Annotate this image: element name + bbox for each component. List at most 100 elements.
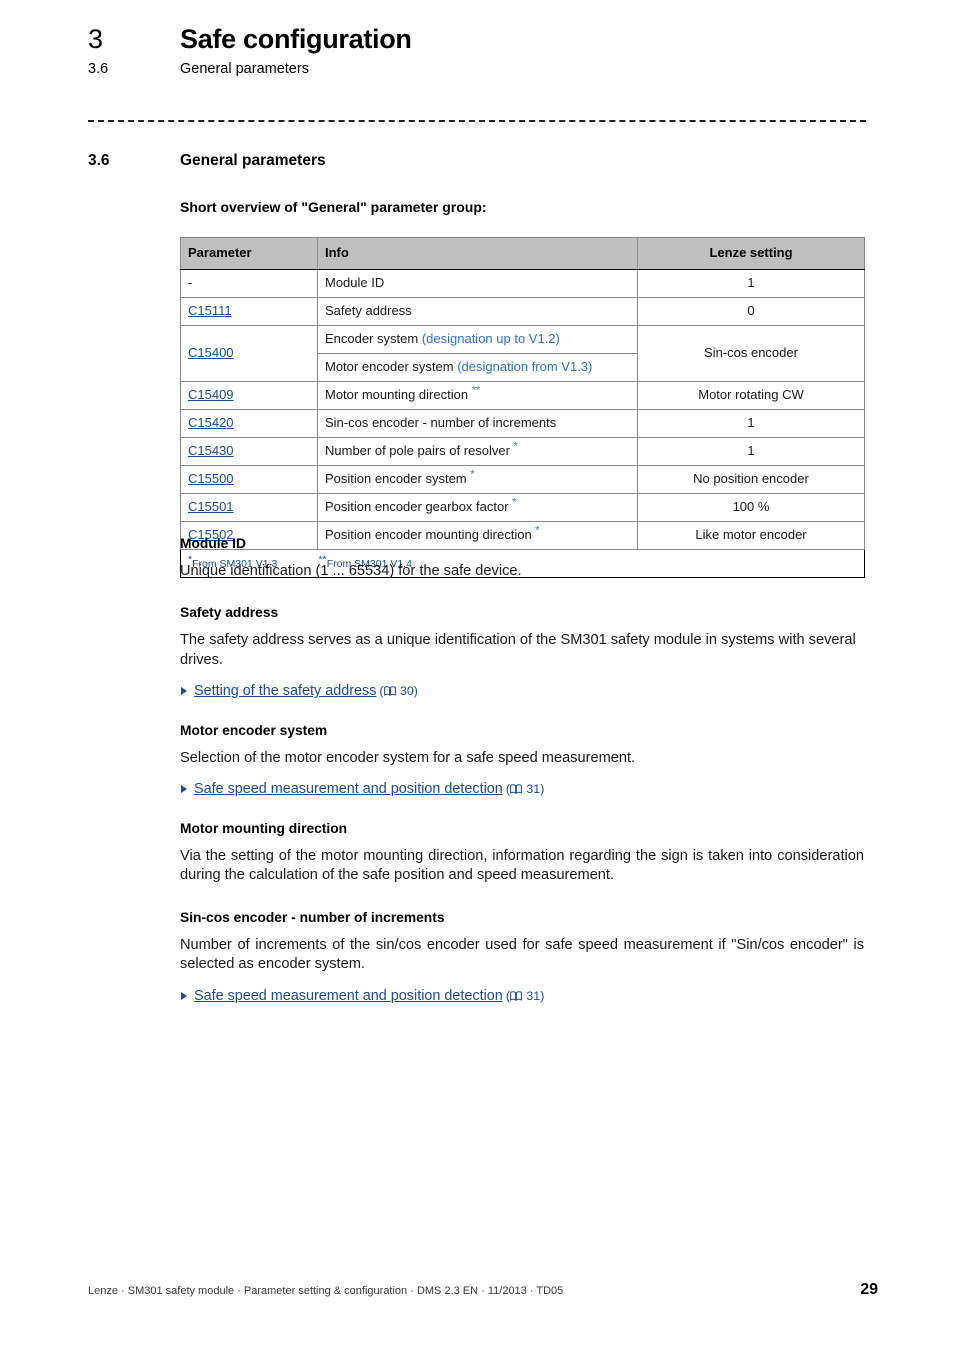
- paragraph-sin-cos-increments: Number of increments of the sin/cos enco…: [180, 936, 864, 973]
- table-row: C15500 Position encoder system * No posi…: [180, 465, 865, 494]
- section-module-id: Module ID Unique identification (1 ... 6…: [180, 536, 864, 581]
- cell-lenze-setting: No position encoder: [637, 465, 865, 494]
- table-row: C15409 Motor mounting direction ** Motor…: [180, 381, 865, 410]
- cell-info: Position encoder gearbox factor *: [317, 493, 638, 522]
- running-header-section-number: 3.6: [88, 61, 109, 77]
- triangle-right-icon: [181, 991, 187, 1000]
- crossref-label[interactable]: Setting of the safety address: [194, 683, 376, 699]
- table-row: C15430 Number of pole pairs of resolver …: [180, 437, 865, 466]
- cell-info-text: Position encoder system: [325, 470, 471, 486]
- crossref-safe-speed-measurement-1[interactable]: Safe speed measurement and position dete…: [180, 780, 864, 799]
- crossref-setting-of-the-safety-address[interactable]: Setting of the safety address( 30): [180, 682, 864, 701]
- crossref-label[interactable]: Safe speed measurement and position dete…: [194, 988, 503, 1004]
- crossref-safe-speed-measurement-2[interactable]: Safe speed measurement and position dete…: [180, 987, 864, 1006]
- section-heading: 3.6 General parameters: [88, 152, 326, 170]
- cell-lenze-setting: 100 %: [637, 493, 865, 522]
- triangle-right-icon: [181, 687, 187, 696]
- cell-info: Number of pole pairs of resolver *: [317, 437, 638, 466]
- running-header-section-row: 3.6 General parameters: [88, 61, 878, 77]
- cell-lenze-setting: 1: [637, 437, 865, 466]
- running-header-section-title: General parameters: [180, 61, 309, 77]
- column-header-lenze-setting: Lenze setting: [637, 237, 865, 270]
- cell-info: Motor encoder system (designation from V…: [317, 353, 638, 382]
- document-page: 3 Safe configuration 3.6 General paramet…: [0, 0, 954, 1350]
- cell-parameter[interactable]: C15430: [180, 437, 318, 466]
- crossref-page-number: 31: [526, 988, 541, 1003]
- cell-parameter[interactable]: C15111: [180, 297, 318, 326]
- cell-info: Encoder system (designation up to V1.2): [317, 325, 638, 354]
- parameter-link-c15409[interactable]: C15409: [188, 387, 234, 402]
- cell-info: Position encoder system *: [317, 465, 638, 494]
- cell-parameter[interactable]: C15420: [180, 409, 318, 438]
- section-sin-cos-increments: Sin-cos encoder - number of increments N…: [180, 910, 864, 1006]
- parameter-link-c15430[interactable]: C15430: [188, 443, 234, 458]
- cell-info: Module ID: [317, 269, 638, 298]
- cell-lenze-setting: 0: [637, 297, 865, 326]
- running-header-chapter-title: Safe configuration: [180, 24, 412, 54]
- cell-info: Motor mounting direction **: [317, 381, 638, 410]
- running-header-chapter-number: 3: [88, 24, 103, 54]
- parameter-table: Parameter Info Lenze setting - Module ID…: [180, 237, 865, 578]
- parameter-link-c15400[interactable]: C15400: [188, 345, 234, 360]
- page-title: General parameters: [180, 152, 326, 169]
- cell-info-text: Motor mounting direction: [325, 386, 472, 402]
- subheading-sin-cos-increments: Sin-cos encoder - number of increments: [180, 909, 445, 925]
- open-book-icon: [510, 782, 522, 798]
- cell-parameter[interactable]: C15500: [180, 465, 318, 494]
- paragraph-safety-address: The safety address serves as a unique id…: [180, 632, 856, 668]
- subheading-motor-encoder-system: Motor encoder system: [180, 722, 328, 738]
- table-row: - Module ID 1: [180, 269, 865, 298]
- parameter-link-c15420[interactable]: C15420: [188, 415, 234, 430]
- footnote-marker: *: [470, 468, 475, 481]
- cell-parameter: -: [180, 269, 318, 298]
- subheading-motor-mounting-direction: Motor mounting direction: [180, 821, 348, 837]
- cell-info-text: Number of pole pairs of resolver: [325, 442, 514, 458]
- table-row: C15111 Safety address 0: [180, 297, 865, 326]
- paragraph-motor-encoder-system: Selection of the motor encoder system fo…: [180, 749, 636, 766]
- section-number: 3.6: [88, 152, 110, 169]
- cell-parameter[interactable]: C15400: [180, 325, 318, 382]
- parameter-link-c15501[interactable]: C15501: [188, 499, 234, 514]
- cell-parameter[interactable]: C15501: [180, 493, 318, 522]
- page-footer: Lenze · SM301 safety module · Parameter …: [88, 1281, 878, 1299]
- cell-info-text: Position encoder gearbox factor: [325, 498, 513, 514]
- cell-lenze-setting: 1: [637, 269, 865, 298]
- cell-parameter[interactable]: C15409: [180, 381, 318, 410]
- section-motor-mounting-direction: Motor mounting direction Via the setting…: [180, 821, 864, 886]
- section-motor-encoder-system: Motor encoder system Selection of the mo…: [180, 723, 864, 799]
- cell-info-designation: (designation from V1.3): [457, 358, 593, 374]
- crossref-page-number: 31: [526, 782, 541, 797]
- triangle-right-icon: [181, 785, 187, 794]
- crossref-page-ref: ( 31): [506, 989, 545, 1003]
- open-book-icon: [383, 684, 396, 700]
- running-header-chapter-row: 3 Safe configuration: [88, 24, 878, 55]
- crossref-page-ref: ( 31): [506, 782, 545, 796]
- parameter-table-wrapper: Parameter Info Lenze setting - Module ID…: [180, 237, 865, 578]
- running-header: 3 Safe configuration 3.6 General paramet…: [88, 24, 878, 77]
- overview-caption: Short overview of "General" parameter gr…: [180, 199, 487, 215]
- crossref-label[interactable]: Safe speed measurement and position dete…: [194, 781, 503, 797]
- header-divider: [88, 120, 866, 122]
- cell-info-designation: (designation up to V1.2): [421, 330, 560, 346]
- subheading-module-id: Module ID: [180, 536, 246, 551]
- footer-page-number: 29: [860, 1281, 878, 1298]
- footer-imprint: Lenze · SM301 safety module · Parameter …: [88, 1285, 564, 1297]
- cell-info-text: Motor encoder system: [325, 358, 458, 374]
- cell-lenze-setting: Sin-cos encoder: [637, 325, 865, 382]
- column-header-parameter: Parameter: [180, 237, 318, 270]
- column-header-info: Info: [317, 237, 638, 270]
- footnote-marker: *: [513, 440, 518, 453]
- paragraph-motor-mounting-direction: Via the setting of the motor mounting di…: [180, 848, 864, 884]
- cell-info: Safety address: [317, 297, 638, 326]
- footnote-marker: *: [512, 496, 517, 509]
- subheading-safety-address: Safety address: [180, 605, 279, 621]
- body-content: Module ID Unique identification (1 ... 6…: [180, 536, 864, 1005]
- open-book-icon: [510, 989, 522, 1005]
- parameter-link-c15111[interactable]: C15111: [188, 303, 232, 318]
- paragraph-module-id: Unique identification (1 ... 65534) for …: [180, 563, 522, 579]
- crossref-page-ref: ( 30): [379, 684, 418, 698]
- cell-lenze-setting: 1: [637, 409, 865, 438]
- parameter-link-c15500[interactable]: C15500: [188, 471, 234, 486]
- table-row: C15501 Position encoder gearbox factor *…: [180, 493, 865, 522]
- crossref-page-number: 30: [400, 684, 414, 699]
